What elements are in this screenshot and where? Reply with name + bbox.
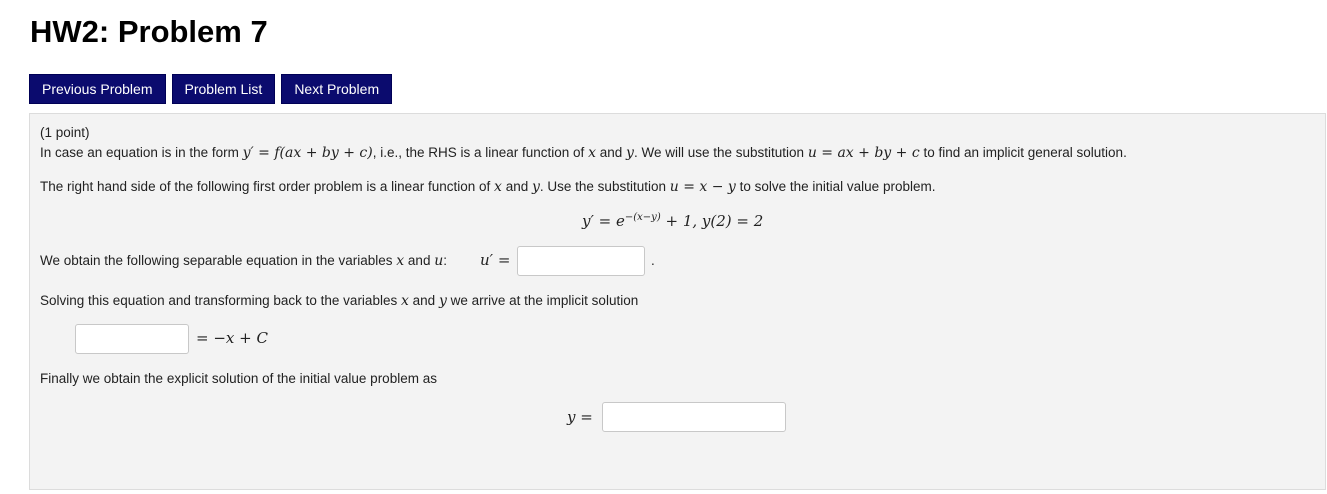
page-title: HW2: Problem 7 xyxy=(30,14,268,49)
implicit-rhs: = −x + C xyxy=(196,329,268,347)
separable-text-2: and xyxy=(407,253,431,268)
problem-navigation: Previous Problem Problem List Next Probl… xyxy=(29,74,393,104)
problem-list-button[interactable]: Problem List xyxy=(171,74,276,104)
ode-equation: y′ = e−(x−y) + 1, y(2) = 2 xyxy=(582,212,763,230)
problem-panel: (1 point) In case an equation is in the … xyxy=(29,113,1326,490)
explicit-paragraph: Finally we obtain the explicit solution … xyxy=(40,371,437,386)
separable-text-3: : xyxy=(443,253,448,268)
separable-lhs: u′ = xyxy=(480,251,511,269)
intro-math-y: y xyxy=(626,145,634,161)
intro-math-x: x xyxy=(588,145,596,161)
implicit-math-y: y xyxy=(438,293,447,309)
intro-math-substitution: u = ax + by + c xyxy=(807,145,920,161)
explicit-answer-input[interactable] xyxy=(602,402,786,432)
intro-text-5: to find an implicit general solution. xyxy=(923,145,1127,160)
intro-text-1: In case an equation is in the form xyxy=(40,145,239,160)
separable-math-x: x xyxy=(396,253,405,269)
separable-answer-input[interactable] xyxy=(517,246,645,276)
task-paragraph: The right hand side of the following fir… xyxy=(40,179,935,195)
implicit-text-3: we arrive at the implicit solution xyxy=(450,293,639,308)
separable-text-1: We obtain the following separable equati… xyxy=(40,253,393,268)
implicit-answer-input[interactable] xyxy=(75,324,189,354)
task-text-3: . Use the substitution xyxy=(539,179,666,194)
next-problem-button[interactable]: Next Problem xyxy=(281,74,393,104)
intro-paragraph: In case an equation is in the form y′ = … xyxy=(40,145,1127,161)
implicit-math-x: x xyxy=(400,293,409,309)
separable-period: . xyxy=(651,253,655,268)
task-math-x: x xyxy=(494,179,502,195)
intro-text-2: , i.e., the RHS is a linear function of xyxy=(372,145,585,160)
intro-text-3: and xyxy=(599,145,623,160)
implicit-paragraph: Solving this equation and transforming b… xyxy=(40,293,638,309)
separable-math-u: u xyxy=(434,253,444,269)
ode-lhs: y′ = e xyxy=(582,212,625,230)
implicit-text-1: Solving this equation and transforming b… xyxy=(40,293,398,308)
explicit-lhs: y = xyxy=(567,408,593,426)
intro-text-4: . We will use the substitution xyxy=(633,145,805,160)
ode-rhs: + 1, y(2) = 2 xyxy=(660,212,764,230)
task-text-4: to solve the initial value problem. xyxy=(739,179,936,194)
previous-problem-button[interactable]: Previous Problem xyxy=(29,74,166,104)
task-text-2: and xyxy=(505,179,529,194)
task-text-1: The right hand side of the following fir… xyxy=(40,179,491,194)
points-label: (1 point) xyxy=(40,125,90,140)
implicit-text-2: and xyxy=(412,293,436,308)
ode-exponent: −(x−y) xyxy=(624,212,661,223)
task-math-substitution: u = x − y xyxy=(669,179,736,195)
task-math-y: y xyxy=(531,179,540,195)
intro-math-form: y′ = f(ax + by + c) xyxy=(242,145,373,161)
separable-paragraph: We obtain the following separable equati… xyxy=(40,253,447,269)
